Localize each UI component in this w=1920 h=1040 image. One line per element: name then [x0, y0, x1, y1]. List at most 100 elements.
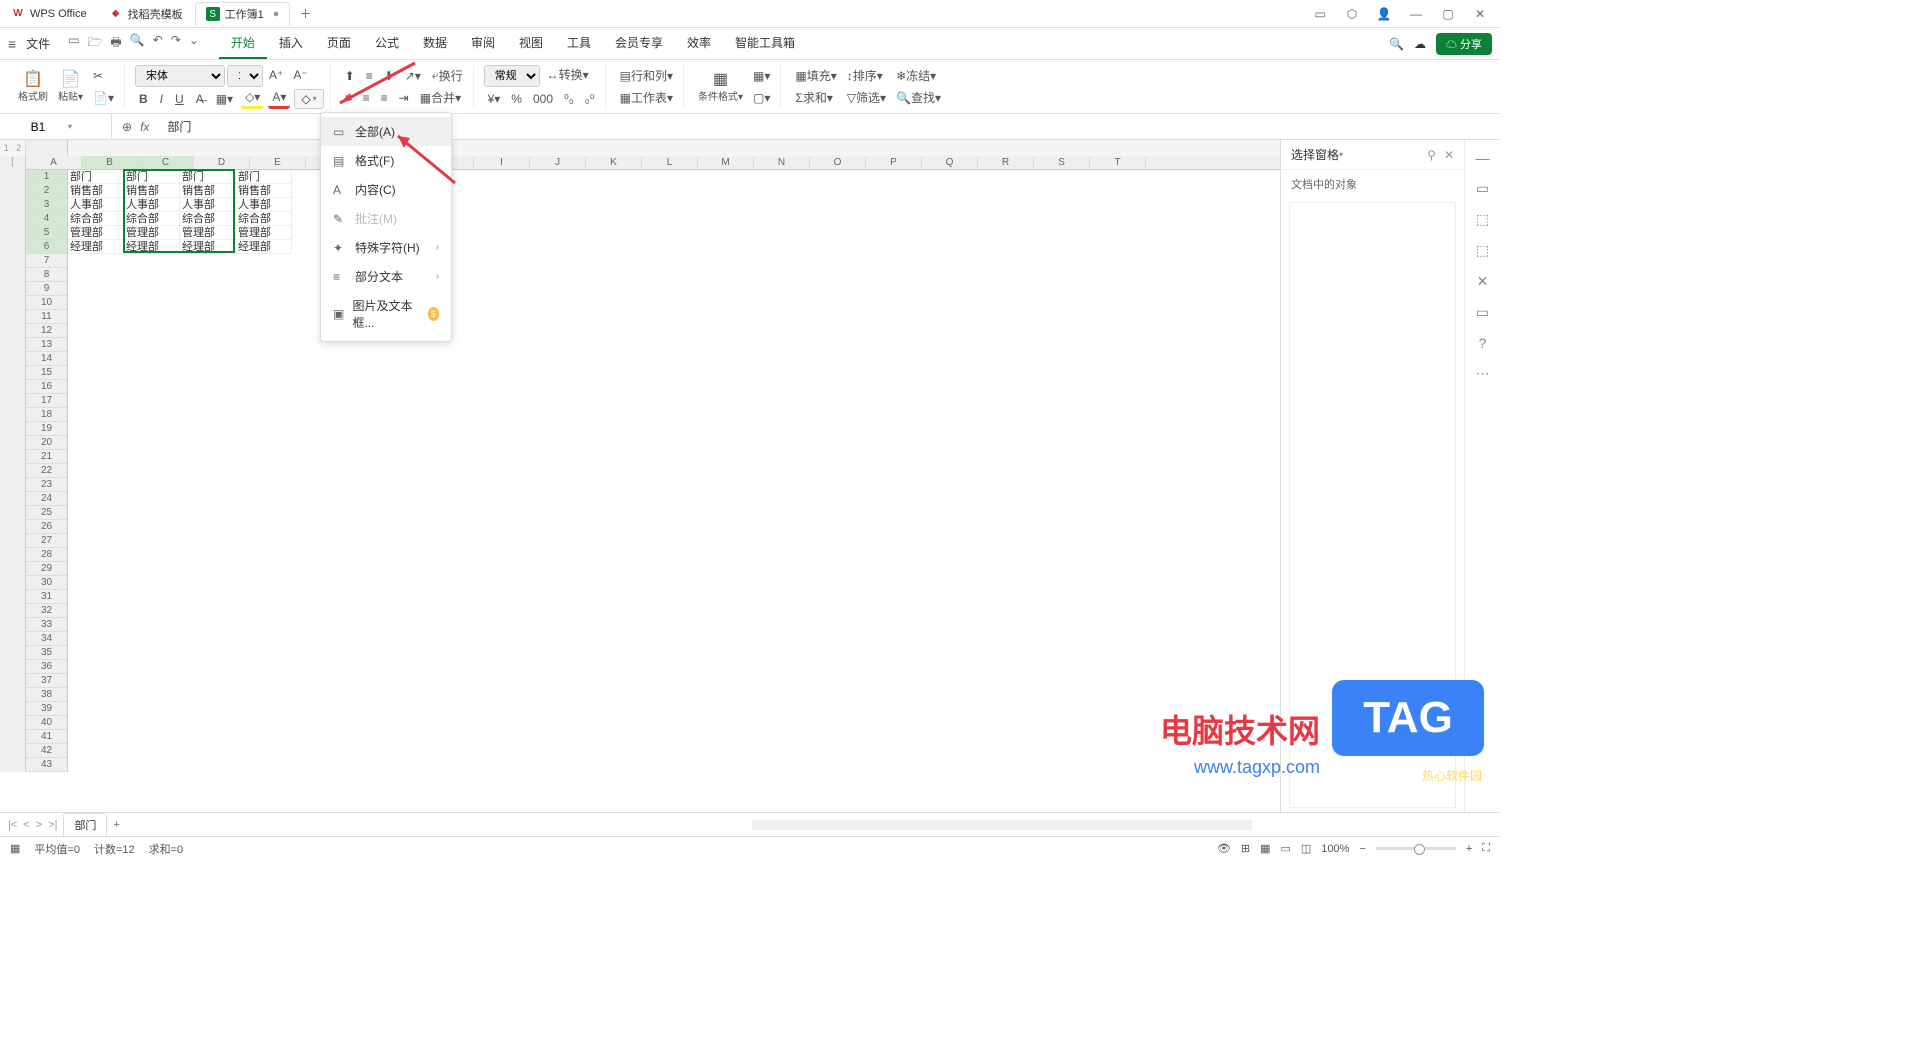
- col-header[interactable]: D: [194, 156, 250, 169]
- bold-icon[interactable]: B: [135, 89, 152, 109]
- menu-tab-10[interactable]: 智能工具箱: [723, 28, 807, 59]
- row-header[interactable]: 35: [26, 646, 67, 660]
- col-header[interactable]: P: [866, 156, 922, 169]
- row-header[interactable]: 33: [26, 618, 67, 632]
- status-split-icon[interactable]: ◫: [1301, 842, 1311, 855]
- row-header[interactable]: 3: [26, 198, 67, 212]
- cell[interactable]: 人事部: [68, 198, 124, 212]
- zoom-value[interactable]: 100%: [1321, 843, 1349, 855]
- cell[interactable]: 综合部: [236, 212, 292, 226]
- merge-button[interactable]: ▦ 合并▾: [416, 88, 465, 108]
- cell-style-icon[interactable]: ▢▾: [749, 88, 774, 108]
- status-page-icon[interactable]: ▭: [1280, 842, 1290, 855]
- cond-format-button[interactable]: ▦条件格式▾: [694, 67, 747, 107]
- cell[interactable]: 部门: [68, 170, 124, 184]
- spreadsheet-grid[interactable]: 12 [ ABCDEFGHIJKLMNOPQRST 12345678910111…: [0, 140, 1280, 812]
- sheet-last-icon[interactable]: >|: [48, 819, 57, 831]
- undo-icon[interactable]: ↶: [153, 33, 163, 54]
- eraser-menu-item[interactable]: ▣图片及文本框...$: [321, 291, 451, 337]
- panel-caret-icon[interactable]: ▾: [1339, 150, 1343, 159]
- row-header[interactable]: 6: [26, 240, 67, 254]
- cell[interactable]: 综合部: [180, 212, 236, 226]
- col-header[interactable]: O: [810, 156, 866, 169]
- cell[interactable]: 管理部: [68, 226, 124, 240]
- align-right-icon[interactable]: ≡: [377, 88, 392, 108]
- col-header[interactable]: C: [138, 156, 194, 169]
- cell[interactable]: 经理部: [236, 240, 292, 254]
- eraser-menu-item[interactable]: A内容(C): [321, 175, 451, 204]
- row-header[interactable]: 42: [26, 744, 67, 758]
- indent-icon[interactable]: ⇥: [395, 88, 413, 108]
- row-header[interactable]: 41: [26, 730, 67, 744]
- row-header[interactable]: 8: [26, 268, 67, 282]
- cell[interactable]: 部门: [180, 170, 236, 184]
- row-header[interactable]: 24: [26, 492, 67, 506]
- cloud-icon[interactable]: ☁: [1414, 37, 1426, 51]
- table-style-icon[interactable]: ▦▾: [749, 66, 774, 86]
- freeze-button[interactable]: ❄ 冻结▾: [892, 66, 945, 86]
- row-header[interactable]: 16: [26, 380, 67, 394]
- cell[interactable]: 销售部: [180, 184, 236, 198]
- row-header[interactable]: 9: [26, 282, 67, 296]
- hamburger-icon[interactable]: ≡: [8, 36, 16, 52]
- new-icon[interactable]: ▭: [68, 33, 79, 54]
- menu-tab-9[interactable]: 效率: [675, 28, 723, 59]
- decrease-font-icon[interactable]: A⁻: [289, 65, 311, 85]
- strike-icon[interactable]: A̶: [192, 89, 208, 109]
- zoom-icon[interactable]: ⊕: [122, 120, 132, 134]
- menu-tab-2[interactable]: 页面: [315, 28, 363, 59]
- row-header[interactable]: 4: [26, 212, 67, 226]
- currency-icon[interactable]: ¥▾: [484, 89, 505, 109]
- row-header[interactable]: 25: [26, 506, 67, 520]
- row-header[interactable]: 1: [26, 170, 67, 184]
- row-header[interactable]: 13: [26, 338, 67, 352]
- status-grid-icon[interactable]: ▦: [1260, 842, 1270, 855]
- cell[interactable]: 人事部: [180, 198, 236, 212]
- rowcol-button[interactable]: ▤ 行和列▾: [616, 66, 677, 86]
- side-icon-2[interactable]: ⬚: [1476, 211, 1489, 228]
- side-icon-5[interactable]: ▭: [1476, 304, 1489, 321]
- font-name-select[interactable]: 宋体: [135, 65, 225, 87]
- row-header[interactable]: 11: [26, 310, 67, 324]
- fx-icon[interactable]: fx: [140, 120, 149, 134]
- cell[interactable]: 经理部: [124, 240, 180, 254]
- row-header[interactable]: 10: [26, 296, 67, 310]
- eraser-menu-item[interactable]: ≡部分文本›: [321, 262, 451, 291]
- row-header[interactable]: 26: [26, 520, 67, 534]
- side-icon-3[interactable]: ⬚: [1476, 242, 1489, 259]
- cell[interactable]: 部门: [124, 170, 180, 184]
- row-header[interactable]: 27: [26, 534, 67, 548]
- menu-tab-6[interactable]: 视图: [507, 28, 555, 59]
- eraser-button[interactable]: ◇▾: [294, 89, 323, 109]
- row-header[interactable]: 31: [26, 590, 67, 604]
- menu-tab-5[interactable]: 审阅: [459, 28, 507, 59]
- cell[interactable]: 经理部: [68, 240, 124, 254]
- col-header[interactable]: B: [82, 156, 138, 169]
- name-box[interactable]: ▾: [0, 114, 112, 139]
- find-button[interactable]: 🔍 查找▾: [892, 88, 945, 108]
- font-size-select[interactable]: 11: [227, 65, 263, 87]
- cell[interactable]: 综合部: [124, 212, 180, 226]
- row-header[interactable]: 38: [26, 688, 67, 702]
- align-left-icon[interactable]: ≡: [341, 88, 356, 108]
- cell[interactable]: 销售部: [236, 184, 292, 198]
- cell[interactable]: 综合部: [68, 212, 124, 226]
- sheet-add-button[interactable]: +: [113, 819, 119, 831]
- col-header[interactable]: N: [754, 156, 810, 169]
- col-header[interactable]: E: [250, 156, 306, 169]
- tab-workbook[interactable]: S工作簿1●: [195, 2, 291, 26]
- filter-button[interactable]: ▽ 筛选▾: [843, 88, 890, 108]
- redo-icon[interactable]: ↷: [171, 33, 181, 54]
- cell[interactable]: 人事部: [236, 198, 292, 212]
- col-header[interactable]: Q: [922, 156, 978, 169]
- row-header[interactable]: 12: [26, 324, 67, 338]
- menu-tab-1[interactable]: 插入: [267, 28, 315, 59]
- select-icon[interactable]: ▭: [1476, 180, 1489, 197]
- zoom-out-button[interactable]: −: [1359, 843, 1365, 855]
- wrap-button[interactable]: ⤶ 换行: [428, 66, 467, 86]
- align-top-icon[interactable]: ⬆: [341, 66, 359, 86]
- format-painter-button[interactable]: 📋格式刷: [14, 67, 52, 107]
- cell[interactable]: 经理部: [180, 240, 236, 254]
- row-header[interactable]: 18: [26, 408, 67, 422]
- row-header[interactable]: 17: [26, 394, 67, 408]
